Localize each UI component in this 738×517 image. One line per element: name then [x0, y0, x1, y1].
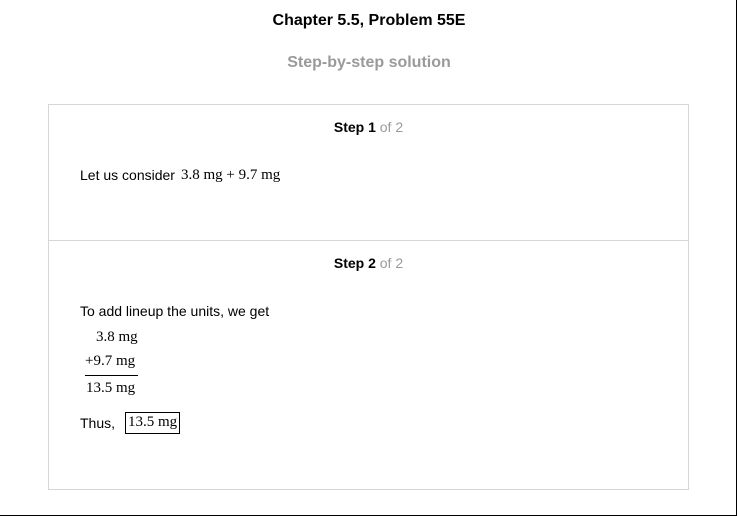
step-1-intro: Let us consider: [80, 167, 175, 183]
page-subtitle: Step-by-step solution: [287, 54, 451, 71]
step-2: Step 2 of 2 To add lineup the units, we …: [49, 241, 688, 489]
sum-rule: [85, 375, 138, 376]
step-2-header: Step 2 of 2: [49, 255, 688, 271]
step-1-count: of 2: [379, 119, 404, 135]
step-2-count: of 2: [379, 255, 404, 271]
step-2-label: Step 2: [333, 255, 376, 271]
sum-result: 13.5 mg: [86, 380, 136, 396]
step-1-expression: 3.8 mg + 9.7 mg: [181, 167, 281, 183]
page-title: Chapter 5.5, Problem 55E: [272, 12, 466, 29]
addend-2: +9.7 mg: [85, 353, 136, 369]
step-1-header: Step 1 of 2: [49, 119, 688, 135]
final-answer-box: 13.5 mg: [125, 412, 181, 434]
step-1-label: Step 1: [333, 119, 376, 135]
thus-label: Thus,: [80, 415, 116, 431]
solution-steps: Step 1 of 2 Let us consider 3.8 mg + 9.7…: [48, 104, 689, 490]
step-2-intro: To add lineup the units, we get: [80, 303, 270, 319]
addend-1: 3.8 mg: [96, 329, 138, 345]
step-1: Step 1 of 2 Let us consider 3.8 mg + 9.7…: [49, 105, 688, 241]
